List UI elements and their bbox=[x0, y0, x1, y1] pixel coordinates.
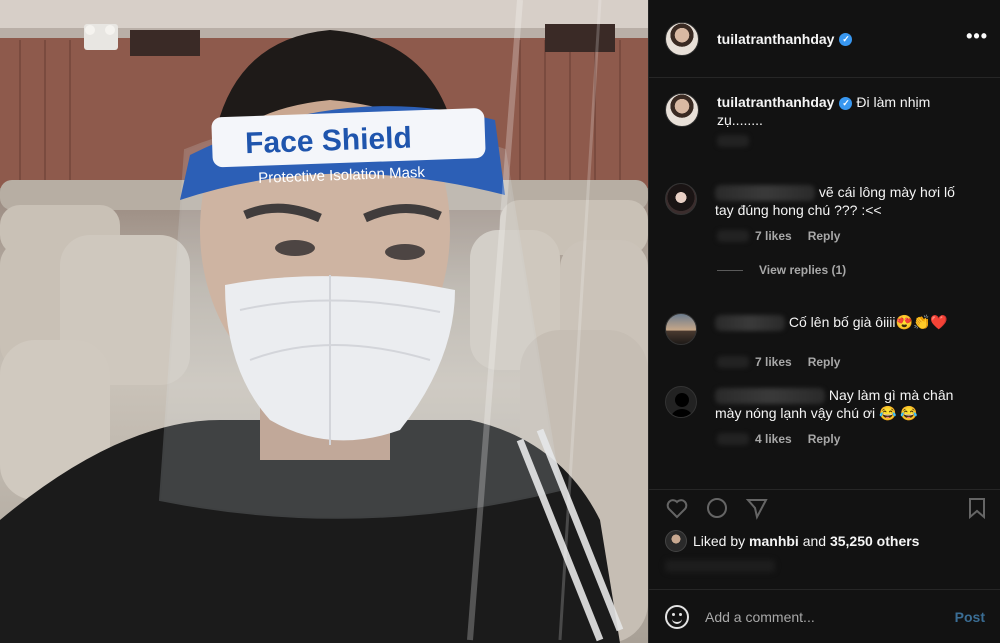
commenter-username-blur bbox=[715, 185, 815, 202]
caption: tuilatranthanhday ✓ Đi làm nhịm zụ.......… bbox=[665, 93, 985, 147]
commenter-avatar[interactable] bbox=[665, 386, 697, 418]
caption-meta bbox=[717, 135, 985, 147]
liked-by-others[interactable]: 35,250 others bbox=[830, 533, 920, 549]
comment-item: Nay làm gì mà chân mày nóng lạnh vậy chú… bbox=[665, 386, 985, 446]
comment-like-count[interactable]: 4 likes bbox=[755, 432, 792, 446]
liked-by: Liked by manhbi and 35,250 others bbox=[665, 530, 919, 552]
commenter-avatar[interactable] bbox=[665, 313, 697, 345]
comment-meta: 7 likes Reply bbox=[717, 229, 985, 243]
timestamp-blur bbox=[717, 356, 749, 368]
heart-icon[interactable] bbox=[665, 496, 689, 520]
reply-button[interactable]: Reply bbox=[808, 432, 841, 446]
timestamp-blur bbox=[717, 433, 749, 446]
liked-by-prefix: Liked by bbox=[693, 533, 750, 549]
view-replies-label[interactable]: View replies (1) bbox=[759, 263, 846, 277]
liker-avatar[interactable] bbox=[665, 530, 687, 552]
verified-badge-icon: ✓ bbox=[839, 96, 853, 110]
comment-like-count[interactable]: 7 likes bbox=[755, 355, 792, 369]
comment-like-count[interactable]: 7 likes bbox=[755, 229, 792, 243]
liked-by-and: and bbox=[798, 533, 830, 549]
comment-body: vẽ cái lông mày hơi lố tay đúng hong chú… bbox=[715, 183, 973, 219]
add-comment-bar: Post bbox=[649, 589, 1000, 643]
more-options-icon[interactable]: ••• bbox=[966, 26, 988, 47]
liked-by-text[interactable]: Liked by manhbi and 35,250 others bbox=[693, 533, 919, 549]
bookmark-icon[interactable] bbox=[965, 496, 989, 520]
comment-body: Nay làm gì mà chân mày nóng lạnh vậy chú… bbox=[715, 386, 973, 422]
post-photo: Face Shield Protective Isolation Mask bbox=[0, 0, 648, 643]
caption-body: tuilatranthanhday ✓ Đi làm nhịm zụ.......… bbox=[717, 93, 975, 129]
reply-button[interactable]: Reply bbox=[808, 355, 841, 369]
comments-list: tuilatranthanhday ✓ Đi làm nhịm zụ.......… bbox=[649, 79, 1000, 489]
caption-avatar[interactable] bbox=[665, 93, 699, 127]
timestamp-blur bbox=[717, 230, 749, 243]
comment-meta: 4 likes Reply bbox=[717, 432, 985, 446]
post-date-blur bbox=[665, 560, 775, 572]
view-replies-button[interactable]: View replies (1) bbox=[717, 263, 985, 277]
photo-scene: Face Shield Protective Isolation Mask bbox=[0, 0, 648, 643]
timestamp-blur bbox=[717, 135, 749, 147]
caption-username[interactable]: tuilatranthanhday bbox=[717, 94, 834, 110]
comment-meta: 7 likes Reply bbox=[717, 355, 985, 369]
post-side-panel: tuilatranthanhday ✓ ••• tuilatranthanhday… bbox=[648, 0, 1000, 643]
comment-item: vẽ cái lông mày hơi lố tay đúng hong chú… bbox=[665, 183, 985, 277]
verified-badge-icon: ✓ bbox=[839, 33, 853, 47]
liked-by-user[interactable]: manhbi bbox=[749, 533, 799, 549]
commenter-username-blur bbox=[715, 315, 785, 332]
action-bar bbox=[649, 489, 1000, 525]
share-icon[interactable] bbox=[745, 496, 769, 520]
commenter-username-blur bbox=[715, 388, 825, 405]
post-header: tuilatranthanhday ✓ ••• bbox=[649, 0, 1000, 78]
author-avatar[interactable] bbox=[665, 21, 699, 56]
add-comment-input[interactable] bbox=[705, 608, 935, 625]
comment-item: Cố lên bố già ôiiii😍👏❤️ 7 likes Reply bbox=[665, 313, 985, 369]
divider-line bbox=[717, 269, 743, 271]
author-username[interactable]: tuilatranthanhday ✓ bbox=[717, 31, 853, 47]
comment-body: Cố lên bố già ôiiii😍👏❤️ bbox=[715, 313, 973, 345]
post-button[interactable]: Post bbox=[955, 609, 985, 625]
commenter-avatar[interactable] bbox=[665, 183, 697, 215]
reply-button[interactable]: Reply bbox=[808, 229, 841, 243]
emoji-icon[interactable] bbox=[665, 604, 689, 629]
author-username-text[interactable]: tuilatranthanhday bbox=[717, 31, 834, 47]
shield-title: Face Shield bbox=[245, 122, 413, 161]
comment-icon[interactable] bbox=[705, 496, 729, 520]
comment-text: Cố lên bố già ôiiii😍👏❤️ bbox=[788, 314, 948, 330]
